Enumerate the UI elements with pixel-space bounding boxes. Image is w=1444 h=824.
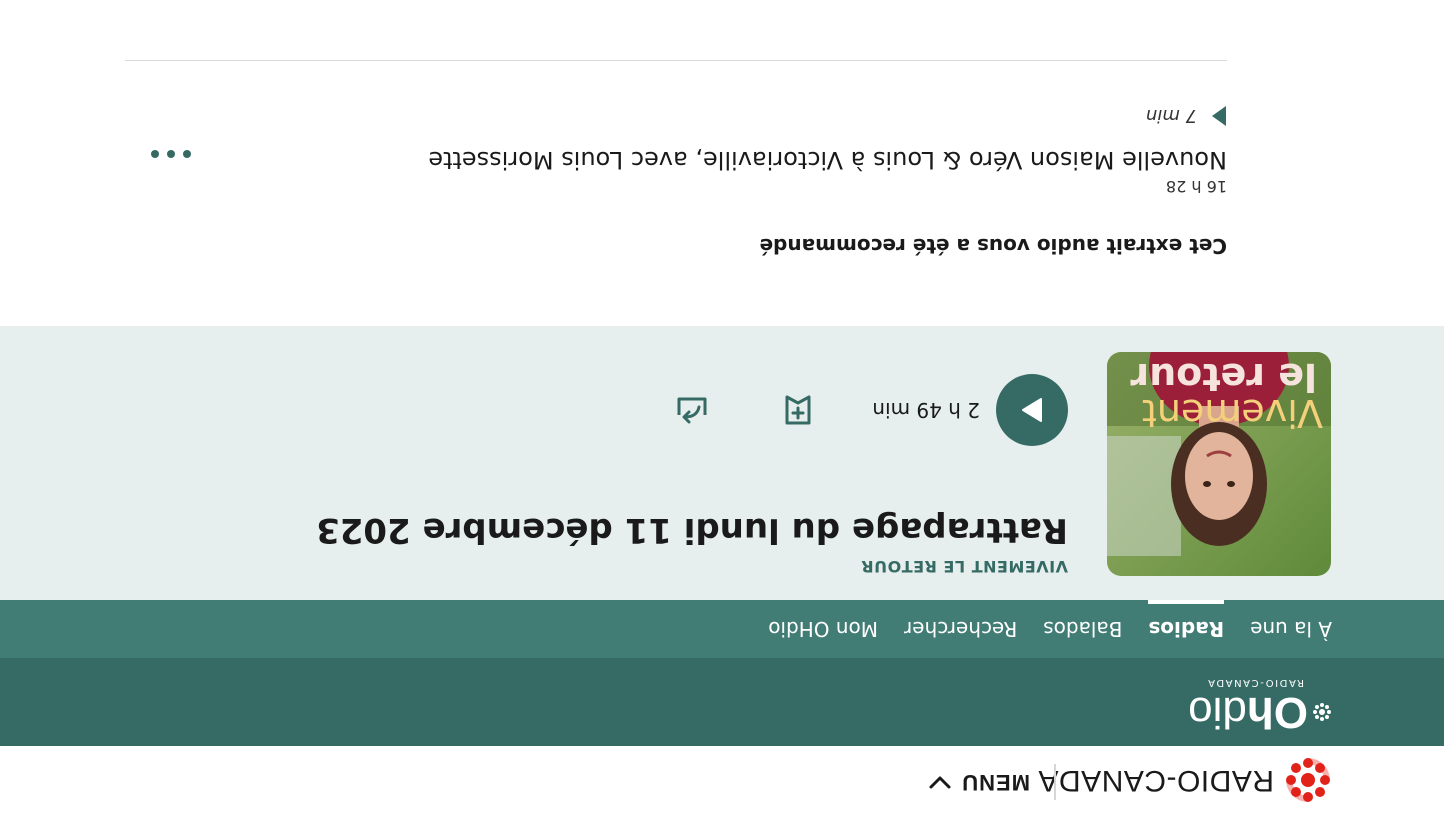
episode-cover-image[interactable]: Vivement le retour bbox=[1107, 352, 1331, 576]
menu-button[interactable]: MENU bbox=[929, 764, 1030, 800]
ohdio-header: Ohdio RADIO-CANADA bbox=[0, 658, 1444, 746]
episode-duration: 2 h 49 min bbox=[872, 398, 980, 422]
episode-title: Rattrapage du lundi 11 décembre 2023 bbox=[316, 510, 1068, 550]
tab-balados[interactable]: Balados bbox=[1043, 600, 1122, 658]
episode-controls: 2 h 49 min bbox=[674, 374, 1068, 446]
add-to-list-button[interactable] bbox=[780, 392, 816, 428]
radio-canada-top-bar: RADIO-CANADA MENU bbox=[0, 746, 1444, 824]
recommendation-duration: 7 min bbox=[1145, 105, 1197, 127]
ohdio-logo[interactable]: Ohdio RADIO-CANADA bbox=[1188, 677, 1332, 737]
page-rotated-180: RADIO-CANADA MENU Ohdio RADIO-CANADA À l… bbox=[0, 0, 1444, 824]
play-button[interactable] bbox=[996, 374, 1068, 446]
recommendation-play-button[interactable]: 7 min bbox=[1146, 104, 1227, 128]
more-options-icon bbox=[183, 150, 191, 158]
add-to-list-icon bbox=[785, 395, 811, 425]
share-icon bbox=[677, 397, 707, 424]
header-divider bbox=[1054, 764, 1056, 800]
ohdio-gem-icon bbox=[1313, 703, 1331, 721]
ohdio-wordmark: Ohdio bbox=[1188, 688, 1308, 737]
play-icon bbox=[1022, 398, 1042, 422]
show-name[interactable]: VIVEMENT LE RETOUR bbox=[861, 557, 1068, 576]
chevron-down-icon bbox=[929, 776, 951, 789]
radio-canada-wordmark: RADIO-CANADA bbox=[1037, 764, 1274, 797]
cover-title-line-2: le retour bbox=[1130, 355, 1317, 399]
episode-hero: Vivement le retour VIVEMENT LE RETOUR Ra… bbox=[0, 326, 1444, 600]
cover-artwork: Vivement le retour bbox=[1107, 352, 1331, 576]
recommendation-heading: Cet extrait audio vous a été recommandé bbox=[759, 234, 1227, 258]
main-nav: À la une Radios Balados Rechercher Mon O… bbox=[0, 600, 1444, 658]
menu-label: MENU bbox=[961, 770, 1030, 795]
more-options-button[interactable] bbox=[151, 146, 191, 162]
tab-rechercher[interactable]: Rechercher bbox=[904, 600, 1017, 658]
ohdio-sub-label: RADIO-CANADA bbox=[1206, 677, 1304, 688]
radio-canada-logo[interactable]: RADIO-CANADA bbox=[1038, 756, 1332, 804]
share-button[interactable] bbox=[674, 392, 710, 428]
recommendation-time: 16 h 28 bbox=[1165, 177, 1227, 196]
tab-radios[interactable]: Radios bbox=[1148, 600, 1224, 658]
divider bbox=[125, 60, 1227, 61]
tab-a-la-une[interactable]: À la une bbox=[1250, 600, 1332, 658]
tab-mon-ohdio[interactable]: Mon OHdio bbox=[768, 600, 878, 658]
recommendation-card: Cet extrait audio vous a été recommandé … bbox=[0, 0, 1331, 326]
play-icon bbox=[1212, 106, 1226, 126]
recommendation-title[interactable]: Nouvelle Maison Véro & Louis à Victoriav… bbox=[428, 146, 1227, 174]
radio-canada-gem-icon bbox=[1286, 758, 1330, 802]
